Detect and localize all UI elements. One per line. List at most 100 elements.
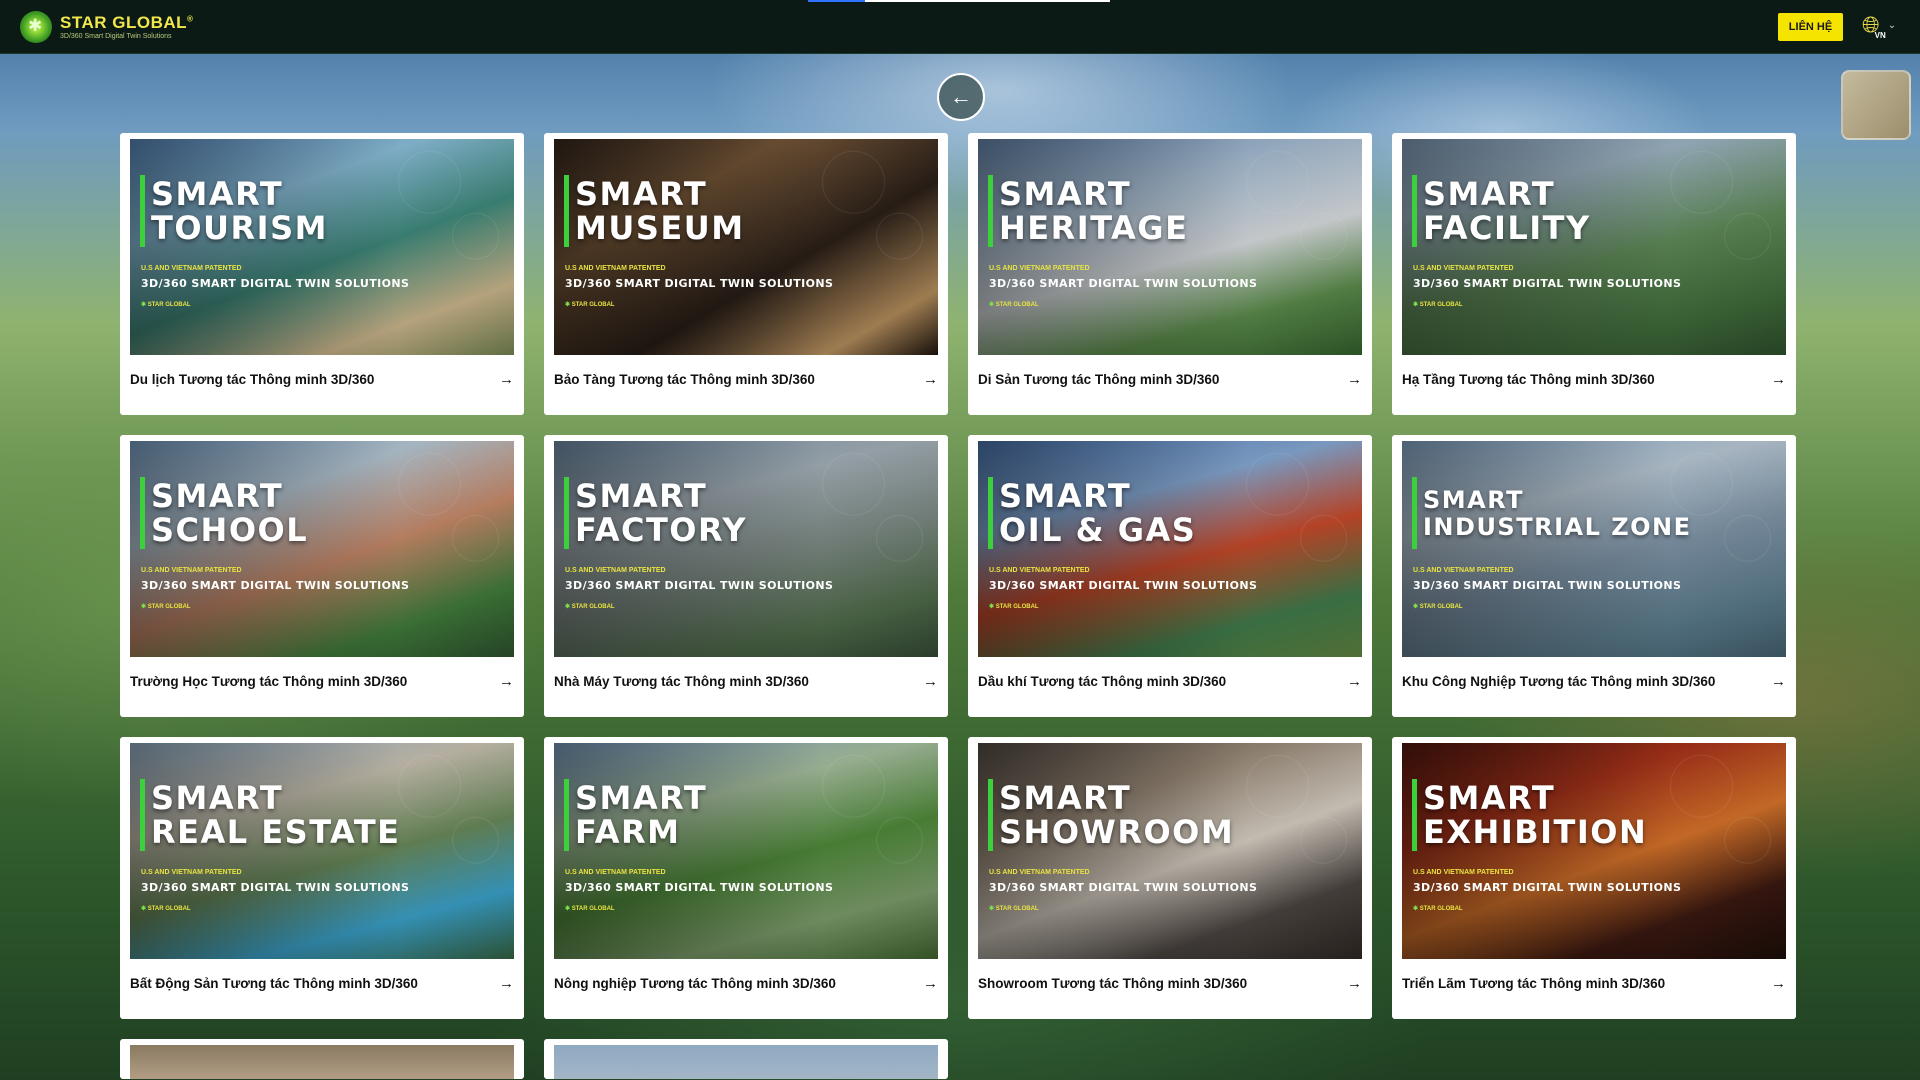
star-global-logo-icon bbox=[20, 10, 52, 43]
card-title-line1: SMART bbox=[1423, 175, 1556, 213]
mini-brand-logo: STAR GLOBAL bbox=[565, 905, 615, 912]
card-title-line2: SCHOOL bbox=[151, 511, 309, 549]
solutions-label: 3D/360 SMART DIGITAL TWIN SOLUTIONS bbox=[1413, 277, 1682, 290]
solution-card[interactable] bbox=[544, 1039, 948, 1079]
solution-card[interactable]: SMART FACILITY U.S AND VIETNAM PATENTED … bbox=[1392, 133, 1796, 415]
solutions-label: 3D/360 SMART DIGITAL TWIN SOLUTIONS bbox=[565, 579, 834, 592]
solutions-label: 3D/360 SMART DIGITAL TWIN SOLUTIONS bbox=[989, 881, 1258, 894]
solution-card[interactable]: SMART OIL & GAS U.S AND VIETNAM PATENTED… bbox=[968, 435, 1372, 717]
solutions-label: 3D/360 SMART DIGITAL TWIN SOLUTIONS bbox=[989, 579, 1258, 592]
card-thumbnail[interactable]: SMART MUSEUM U.S AND VIETNAM PATENTED 3D… bbox=[554, 139, 938, 355]
card-caption[interactable]: Bất Động Sản Tương tác Thông minh 3D/360… bbox=[130, 975, 514, 992]
card-title-line1: SMART bbox=[999, 779, 1132, 817]
card-caption[interactable]: Nông nghiệp Tương tác Thông minh 3D/360 … bbox=[554, 975, 938, 992]
floating-avatar-thumbnail[interactable] bbox=[1841, 70, 1911, 140]
solution-card[interactable]: SMART FARM U.S AND VIETNAM PATENTED 3D/3… bbox=[544, 737, 948, 1019]
language-code: VN bbox=[1874, 31, 1886, 40]
solution-card[interactable]: SMART REAL ESTATE U.S AND VIETNAM PATENT… bbox=[120, 737, 524, 1019]
hexagon-pattern bbox=[978, 441, 1362, 657]
card-caption[interactable]: Showroom Tương tác Thông minh 3D/360 → bbox=[978, 975, 1362, 992]
card-thumbnail[interactable]: SMART INDUSTRIAL ZONE U.S AND VIETNAM PA… bbox=[1402, 441, 1786, 657]
solution-card[interactable]: SMART INDUSTRIAL ZONE U.S AND VIETNAM PA… bbox=[1392, 435, 1796, 717]
arrow-right-icon[interactable]: → bbox=[499, 673, 514, 690]
arrow-right-icon[interactable]: → bbox=[923, 673, 938, 690]
patent-label: U.S AND VIETNAM PATENTED bbox=[989, 265, 1090, 272]
arrow-right-icon[interactable]: → bbox=[923, 371, 938, 388]
card-caption-text: Bảo Tàng Tương tác Thông minh 3D/360 bbox=[554, 372, 815, 387]
solution-card[interactable]: SMART EXHIBITION U.S AND VIETNAM PATENTE… bbox=[1392, 737, 1796, 1019]
card-title-line2: FACTORY bbox=[575, 511, 748, 549]
arrow-right-icon[interactable]: → bbox=[1347, 975, 1362, 992]
loading-progress-bar bbox=[808, 0, 1110, 2]
card-caption[interactable]: Triển Lãm Tương tác Thông minh 3D/360 → bbox=[1402, 975, 1786, 992]
card-caption[interactable]: Bảo Tàng Tương tác Thông minh 3D/360 → bbox=[554, 371, 938, 388]
hexagon-pattern bbox=[1402, 441, 1786, 657]
solution-card[interactable]: SMART TOURISM U.S AND VIETNAM PATENTED 3… bbox=[120, 133, 524, 415]
card-caption[interactable]: Nhà Máy Tương tác Thông minh 3D/360 → bbox=[554, 673, 938, 690]
chevron-down-icon: ⌄ bbox=[1887, 20, 1897, 31]
card-title-line1: SMART bbox=[1423, 779, 1556, 817]
brand-tagline: 3D/360 Smart Digital Twin Solutions bbox=[60, 32, 172, 40]
card-title-line2: FARM bbox=[575, 813, 681, 851]
arrow-right-icon[interactable]: → bbox=[923, 975, 938, 992]
mini-brand-logo: STAR GLOBAL bbox=[989, 905, 1039, 912]
card-caption-text: Hạ Tầng Tương tác Thông minh 3D/360 bbox=[1402, 372, 1655, 387]
card-thumbnail[interactable] bbox=[130, 1045, 514, 1079]
arrow-right-icon[interactable]: → bbox=[1347, 371, 1362, 388]
card-thumbnail[interactable]: SMART SCHOOL U.S AND VIETNAM PATENTED 3D… bbox=[130, 441, 514, 657]
mini-brand-logo: STAR GLOBAL bbox=[1413, 905, 1463, 912]
arrow-right-icon[interactable]: → bbox=[1771, 371, 1786, 388]
hexagon-pattern bbox=[1402, 139, 1786, 355]
card-thumbnail[interactable]: SMART FARM U.S AND VIETNAM PATENTED 3D/3… bbox=[554, 743, 938, 959]
card-caption[interactable]: Trường Học Tương tác Thông minh 3D/360 → bbox=[130, 673, 514, 690]
accent-bar bbox=[988, 477, 993, 549]
card-thumbnail[interactable]: SMART REAL ESTATE U.S AND VIETNAM PATENT… bbox=[130, 743, 514, 959]
solution-card[interactable]: SMART HERITAGE U.S AND VIETNAM PATENTED … bbox=[968, 133, 1372, 415]
hexagon-pattern bbox=[130, 139, 514, 355]
solution-card[interactable] bbox=[120, 1039, 524, 1079]
solution-card[interactable]: SMART FACTORY U.S AND VIETNAM PATENTED 3… bbox=[544, 435, 948, 717]
card-thumbnail[interactable] bbox=[554, 1045, 938, 1079]
card-title-line1: SMART bbox=[575, 175, 708, 213]
patent-label: U.S AND VIETNAM PATENTED bbox=[1413, 567, 1514, 574]
card-caption[interactable]: Di Sản Tương tác Thông minh 3D/360 → bbox=[978, 371, 1362, 388]
card-title-line2: MUSEUM bbox=[575, 209, 745, 247]
solution-card[interactable]: SMART SHOWROOM U.S AND VIETNAM PATENTED … bbox=[968, 737, 1372, 1019]
mini-brand-logo: STAR GLOBAL bbox=[989, 301, 1039, 308]
card-thumbnail[interactable]: SMART FACILITY U.S AND VIETNAM PATENTED … bbox=[1402, 139, 1786, 355]
accent-bar bbox=[1412, 779, 1417, 851]
accent-bar bbox=[1412, 477, 1417, 549]
patent-label: U.S AND VIETNAM PATENTED bbox=[565, 567, 666, 574]
arrow-right-icon[interactable]: → bbox=[499, 975, 514, 992]
solution-card[interactable]: SMART MUSEUM U.S AND VIETNAM PATENTED 3D… bbox=[544, 133, 948, 415]
card-title-line1: SMART bbox=[575, 477, 708, 515]
card-thumbnail[interactable]: SMART TOURISM U.S AND VIETNAM PATENTED 3… bbox=[130, 139, 514, 355]
card-caption[interactable]: Khu Công Nghiệp Tương tác Thông minh 3D/… bbox=[1402, 673, 1786, 690]
card-thumbnail[interactable]: SMART EXHIBITION U.S AND VIETNAM PATENTE… bbox=[1402, 743, 1786, 959]
card-caption-text: Bất Động Sản Tương tác Thông minh 3D/360 bbox=[130, 976, 418, 991]
patent-label: U.S AND VIETNAM PATENTED bbox=[141, 869, 242, 876]
arrow-right-icon[interactable]: → bbox=[1771, 673, 1786, 690]
card-caption[interactable]: Hạ Tầng Tương tác Thông minh 3D/360 → bbox=[1402, 371, 1786, 388]
arrow-right-icon[interactable]: → bbox=[1771, 975, 1786, 992]
solution-card[interactable]: SMART SCHOOL U.S AND VIETNAM PATENTED 3D… bbox=[120, 435, 524, 717]
brand-logo[interactable]: STAR GLOBAL® 3D/360 Smart Digital Twin S… bbox=[20, 10, 193, 43]
card-caption[interactable]: Du lịch Tương tác Thông minh 3D/360 → bbox=[130, 371, 514, 388]
card-thumbnail[interactable]: SMART SHOWROOM U.S AND VIETNAM PATENTED … bbox=[978, 743, 1362, 959]
card-caption[interactable]: Dầu khí Tương tác Thông minh 3D/360 → bbox=[978, 673, 1362, 690]
back-button[interactable]: ← bbox=[937, 73, 985, 121]
contact-button[interactable]: LIÊN HỆ bbox=[1778, 13, 1843, 41]
card-thumbnail[interactable]: SMART FACTORY U.S AND VIETNAM PATENTED 3… bbox=[554, 441, 938, 657]
card-thumbnail[interactable]: SMART HERITAGE U.S AND VIETNAM PATENTED … bbox=[978, 139, 1362, 355]
language-selector[interactable]: 🌐︎ VN ⌄ bbox=[1862, 13, 1897, 41]
accent-bar bbox=[140, 779, 145, 851]
arrow-right-icon[interactable]: → bbox=[1347, 673, 1362, 690]
solutions-label: 3D/360 SMART DIGITAL TWIN SOLUTIONS bbox=[141, 579, 410, 592]
patent-label: U.S AND VIETNAM PATENTED bbox=[565, 869, 666, 876]
mini-brand-logo: STAR GLOBAL bbox=[141, 603, 191, 610]
card-title-line2: SHOWROOM bbox=[999, 813, 1235, 851]
arrow-right-icon[interactable]: → bbox=[499, 371, 514, 388]
card-thumbnail[interactable]: SMART OIL & GAS U.S AND VIETNAM PATENTED… bbox=[978, 441, 1362, 657]
accent-bar bbox=[564, 175, 569, 247]
mini-brand-logo: STAR GLOBAL bbox=[1413, 603, 1463, 610]
